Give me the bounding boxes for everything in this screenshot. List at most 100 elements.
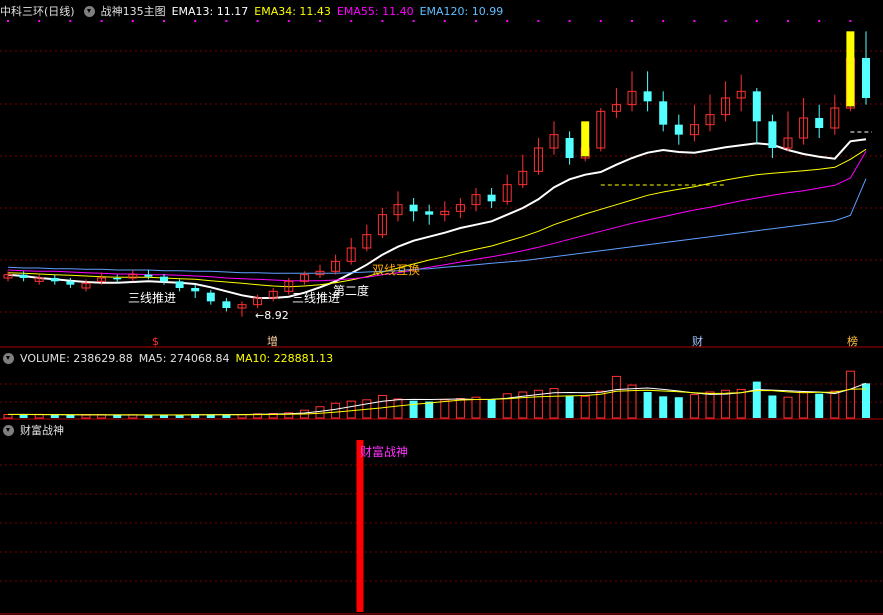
top-marker-dot	[755, 20, 758, 22]
top-marker-dot	[443, 20, 446, 22]
volume-bar	[331, 402, 341, 419]
annotation-three-line-push: 三线推进	[128, 291, 176, 305]
top-marker-dot	[287, 20, 290, 22]
volume-bar	[3, 414, 13, 419]
volume-bar	[643, 392, 652, 418]
ema-line-ema55	[7, 151, 867, 282]
top-marker-dot	[693, 20, 696, 22]
volume-bar	[596, 390, 606, 419]
volume-bar	[830, 390, 840, 419]
event-marker: 财	[692, 334, 703, 348]
candle-body	[113, 278, 122, 280]
candle-body	[674, 124, 683, 135]
volume-bar	[674, 397, 683, 418]
top-marker-dot	[662, 20, 665, 22]
sub-indicator-title[interactable]: 财富战神	[20, 422, 64, 438]
event-marker: $	[152, 335, 159, 348]
top-marker-dot	[412, 20, 415, 22]
annotation-second-time: 第二度	[333, 283, 369, 298]
top-marker-dot	[787, 20, 789, 22]
candle-body	[50, 278, 59, 282]
candle-body	[659, 101, 668, 125]
volume-bar	[425, 401, 434, 418]
volume-bar	[440, 399, 450, 419]
annotation-low-price: ←8.92	[255, 309, 289, 322]
indicator-dropdown-icon[interactable]	[83, 5, 95, 17]
sub-panel-header: 财富战神	[0, 421, 70, 439]
candle-body	[768, 121, 777, 148]
candle-body	[222, 301, 231, 308]
top-marker-dot	[225, 20, 228, 22]
top-marker-dot	[506, 20, 509, 22]
signal-bar	[846, 31, 855, 107]
volume-bar	[705, 391, 715, 419]
top-marker-dot	[38, 20, 41, 22]
top-marker-dot	[131, 20, 134, 22]
volume-bar	[580, 395, 590, 419]
top-marker-dot	[350, 20, 353, 22]
top-marker-dot	[7, 20, 9, 22]
volume-bar	[565, 395, 574, 418]
volume-bar	[455, 398, 465, 419]
ema-line-ema120	[7, 178, 867, 274]
chart-canvas: 三线推进 三线推进←8.92第二度双线互换$ 增财榜财富战神	[0, 20, 883, 615]
candle-body	[206, 292, 215, 302]
candle-body	[409, 204, 418, 212]
event-marker: 增	[267, 334, 278, 348]
top-marker-dot	[475, 20, 477, 22]
indicator-name[interactable]: 战神135主图	[101, 3, 166, 19]
stock-title: 中科三环(日线)	[0, 5, 75, 18]
volume-readout: VOLUME: 238629.88	[20, 351, 133, 365]
top-marker-dot	[381, 20, 384, 22]
volume-bar	[487, 399, 496, 418]
sub-signal-bar	[356, 440, 364, 612]
event-marker: 榜	[847, 334, 858, 348]
top-marker-dot	[849, 20, 852, 22]
ema55-readout: EMA55: 11.40	[336, 4, 414, 18]
signal-bar	[581, 121, 590, 157]
volume-bar	[19, 414, 28, 418]
annotation-double-cross: 双线互换	[372, 263, 420, 277]
ema13-readout: EMA13: 11.17	[171, 4, 249, 18]
top-marker-dot	[319, 20, 321, 22]
sub-indicator-dropdown-icon[interactable]	[3, 424, 14, 436]
candle-body	[815, 118, 824, 128]
top-marker-dot	[163, 20, 165, 22]
volume-panel-header: VOLUME: 238629.88 MA5: 274068.84 MA10: 2…	[0, 349, 339, 367]
candle-body	[862, 58, 870, 98]
volume-ma10-readout: MA10: 228881.13	[235, 351, 334, 365]
volume-bar	[471, 396, 481, 419]
sub-signal-label: 财富战神	[360, 444, 408, 459]
volume-bar	[815, 393, 824, 418]
top-marker-dot	[568, 20, 571, 22]
candle-body	[425, 211, 434, 215]
top-marker-dot	[256, 20, 259, 22]
volume-bar	[736, 388, 746, 419]
volume-bar	[768, 395, 777, 418]
volume-bar	[611, 375, 621, 419]
candle-body	[160, 276, 168, 282]
volume-ma5-readout: MA5: 274068.84	[138, 351, 230, 365]
top-marker-dot	[599, 20, 602, 22]
volume-bar	[315, 406, 325, 419]
volume-bar	[346, 400, 356, 419]
volume-bar	[377, 394, 387, 419]
volume-bar	[783, 396, 793, 419]
volume-bar	[66, 414, 75, 418]
candle-body	[19, 274, 28, 278]
candle-body	[643, 91, 652, 102]
volume-dropdown-icon[interactable]	[3, 352, 14, 364]
top-marker-dot	[537, 20, 540, 22]
volume-bar	[160, 415, 168, 418]
main-panel-header: 中科三环(日线) 战神135主图 EMA13: 11.17 EMA34: 11.…	[0, 2, 509, 20]
volume-bar	[845, 370, 855, 419]
volume-bar	[659, 396, 668, 418]
candle-body	[752, 91, 761, 122]
top-marker-dot	[194, 20, 197, 22]
volume-bar	[689, 394, 699, 419]
ema34-readout: EMA34: 11.43	[254, 4, 331, 18]
volume-bar	[799, 391, 809, 419]
top-marker-dot	[69, 20, 72, 22]
volume-bar	[50, 414, 59, 418]
candle-body	[191, 288, 200, 292]
